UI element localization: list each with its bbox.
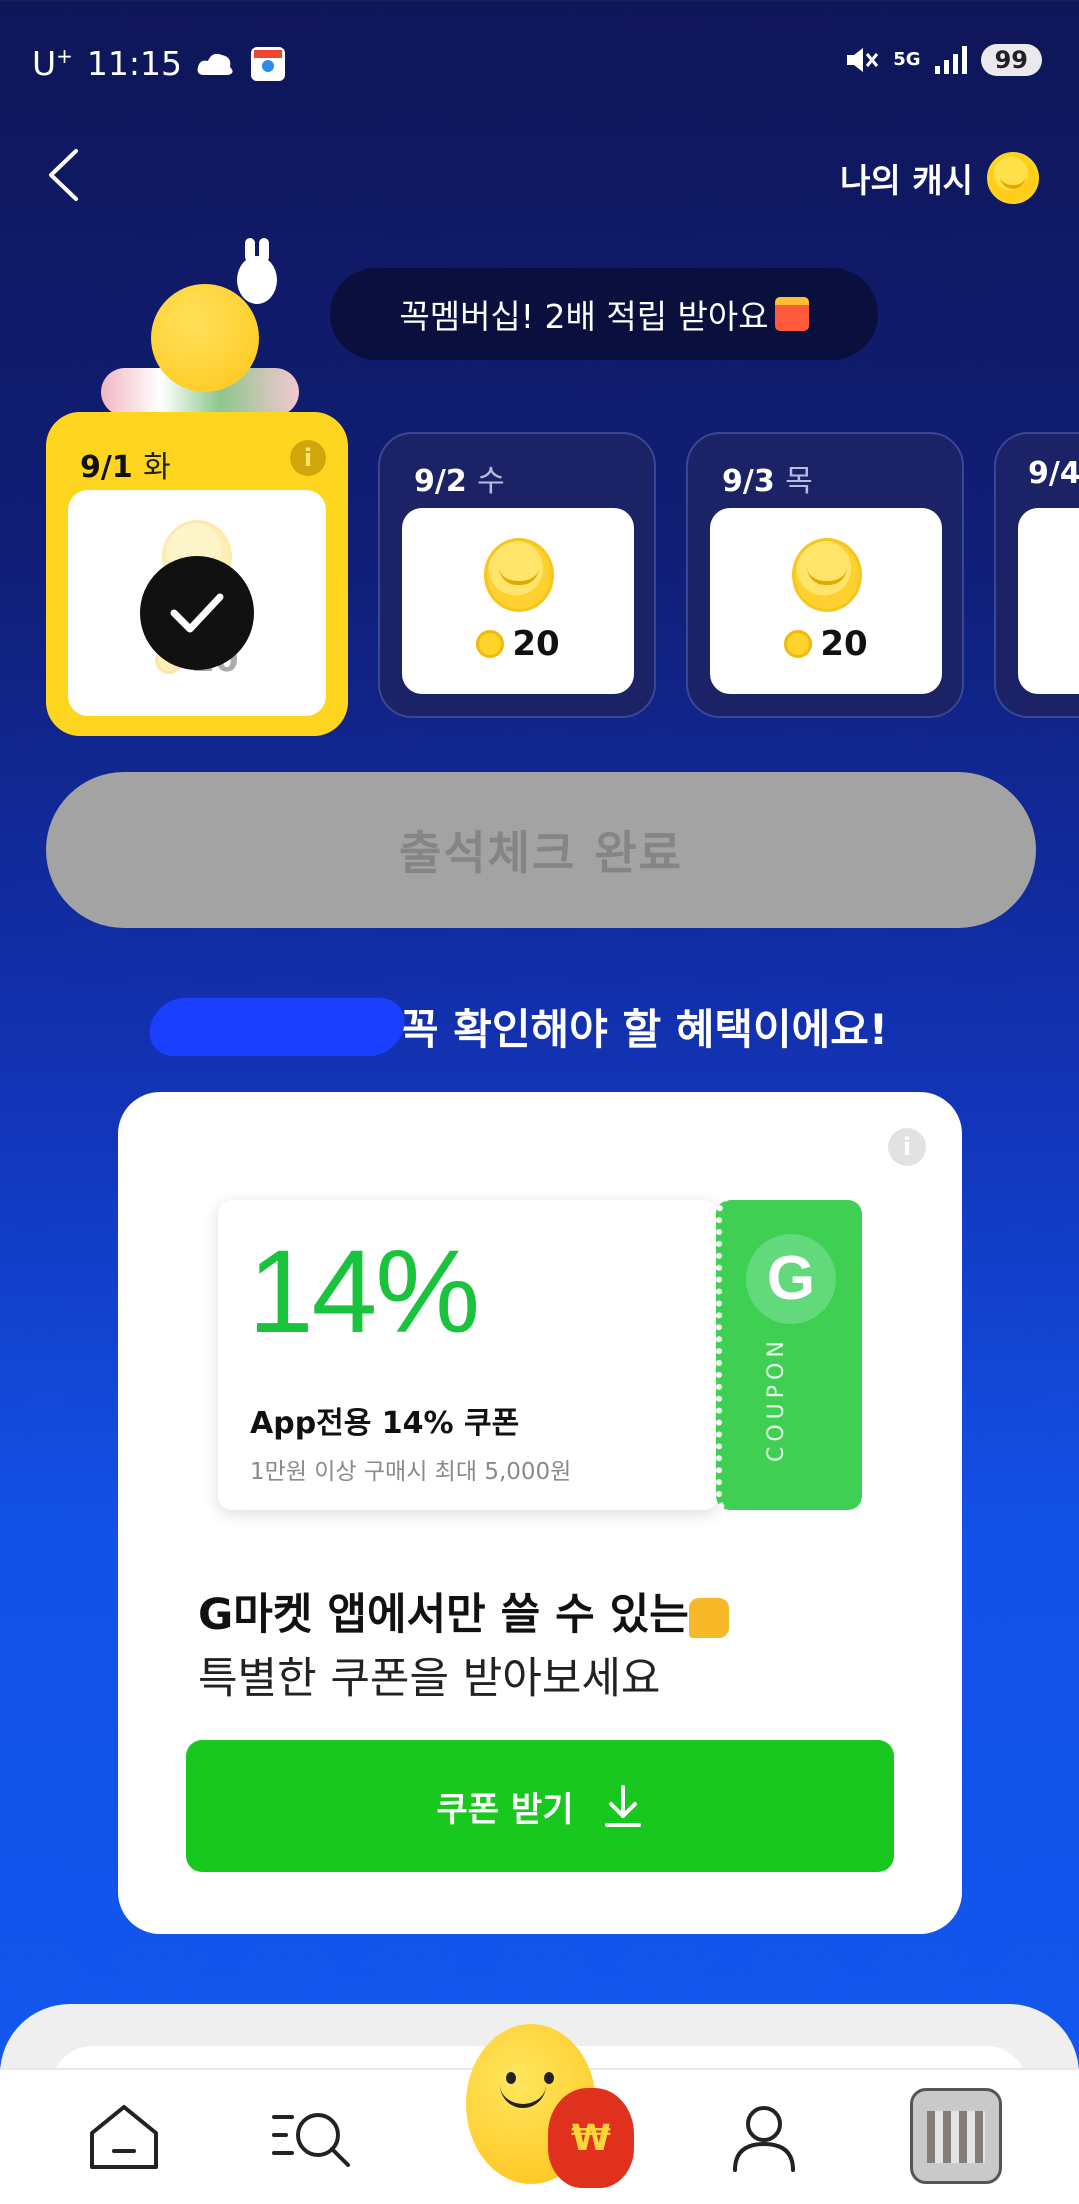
network-type: 5G — [893, 49, 921, 70]
thumbs-up-icon — [688, 1597, 729, 1638]
day-label: 9/4 — [1028, 456, 1079, 491]
my-cash-link[interactable]: 나의 캐시 — [840, 152, 1039, 204]
money-bag-icon: ₩ — [548, 2088, 634, 2188]
bubble-text: 꼭멤버십! 2배 적립 받아요 — [399, 297, 769, 336]
reward-amount: 20 — [402, 624, 634, 664]
map-app-icon — [251, 46, 286, 81]
attendance-complete-button[interactable]: 출석체크 완료 — [46, 772, 1036, 928]
day-label: 9/2 수 — [414, 464, 505, 499]
coupon-description: 1만원 이상 구매시 최대 5,000원 — [250, 1459, 572, 1485]
coin-icon — [792, 538, 862, 612]
profile-icon — [733, 2106, 795, 2172]
status-bar-right: 5G 99 — [845, 44, 1042, 76]
membership-speech-bubble: 꼭멤버십! 2배 적립 받아요 — [330, 268, 878, 360]
signal-icon — [934, 46, 967, 74]
cash-mascot-button[interactable]: ₩ — [440, 2024, 634, 2204]
recent-item-thumbnail[interactable] — [910, 2088, 1002, 2184]
status-bar-left: U+ 11:15 — [32, 44, 286, 83]
coupon-stub: G COUPON — [716, 1200, 862, 1510]
day-label: 9/3 목 — [722, 464, 813, 499]
download-icon — [605, 1785, 642, 1827]
redacted-scribble — [144, 997, 410, 1056]
back-arrow-icon[interactable] — [46, 148, 80, 202]
check-icon — [140, 556, 254, 670]
search-icon — [272, 2113, 350, 2167]
day-card-partial[interactable]: 9/4 — [994, 432, 1079, 718]
coupon-ticket: 14% App전용 14% 쿠폰 1만원 이상 구매시 최대 5,000원 — [218, 1200, 718, 1510]
coin-icon — [484, 538, 554, 612]
coin-icon — [987, 152, 1039, 204]
coupon-subline: 특별한 쿠폰을 받아보세요 — [198, 1654, 661, 1704]
info-icon[interactable]: i — [888, 1128, 926, 1166]
battery-indicator: 99 — [980, 44, 1042, 76]
notification-cloud-icon — [197, 53, 233, 75]
mute-icon — [847, 48, 879, 72]
carrier-label: U+ — [32, 44, 73, 83]
coupon-stub-label: COUPON — [764, 1336, 789, 1462]
nav-search[interactable] — [268, 2090, 364, 2186]
nav-home[interactable] — [76, 2090, 172, 2186]
day-card-active[interactable]: 9/1 화 i 20 — [46, 412, 348, 736]
reward-amount: 20 — [710, 624, 942, 664]
coupon-headline: G마켓 앱에서만 쓸 수 있는 — [198, 1580, 729, 1642]
get-coupon-label: 쿠폰 받기 — [436, 1789, 574, 1830]
clock: 11:15 — [86, 44, 183, 83]
home-icon — [90, 2105, 158, 2169]
section-title: 꼭 확인해야 할 혜택이에요! — [144, 996, 888, 1057]
mascot-illustration — [95, 238, 305, 418]
get-coupon-button[interactable]: 쿠폰 받기 — [186, 1740, 894, 1872]
day-card[interactable]: 9/2 수 20 — [378, 432, 656, 718]
day-card[interactable]: 9/3 목 20 — [686, 432, 964, 718]
gmarket-logo-icon: G — [746, 1234, 836, 1324]
coupon-name: App전용 14% 쿠폰 — [250, 1406, 520, 1441]
coupon-percent: 14% — [248, 1226, 480, 1358]
nav-my-page[interactable] — [716, 2090, 812, 2186]
coupon-card: i 14% App전용 14% 쿠폰 1만원 이상 구매시 최대 5,000원 … — [118, 1092, 962, 1934]
gift-icon — [774, 297, 809, 331]
my-cash-label: 나의 캐시 — [840, 161, 973, 200]
day-label: 9/1 화 — [80, 450, 171, 485]
info-icon[interactable]: i — [290, 440, 326, 476]
